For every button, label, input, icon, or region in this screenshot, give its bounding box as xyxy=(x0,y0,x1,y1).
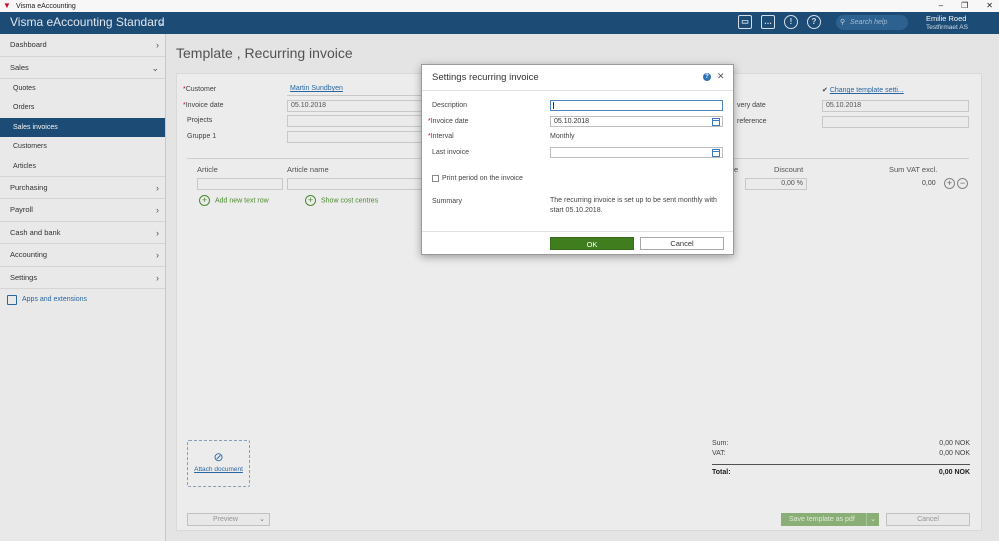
last-invoice-input[interactable] xyxy=(550,147,723,158)
description-label: Description xyxy=(432,102,468,109)
calendar-icon[interactable] xyxy=(712,117,720,126)
ok-button[interactable]: OK xyxy=(550,237,634,250)
invoice-date-input[interactable]: 05.10.2018 xyxy=(550,116,723,127)
divider xyxy=(422,231,733,232)
invoice-date-label: *Invoice date xyxy=(428,118,469,125)
print-period-label: Print period on the invoice xyxy=(442,175,523,182)
settings-recurring-invoice-dialog: Settings recurring invoice ? ✕ Descripti… xyxy=(421,64,734,255)
close-icon[interactable]: ✕ xyxy=(717,71,725,82)
description-input[interactable] xyxy=(550,100,723,111)
last-invoice-label: Last invoice xyxy=(432,149,469,156)
invoice-date-value: 05.10.2018 xyxy=(554,118,590,125)
dialog-cancel-button[interactable]: Cancel xyxy=(640,237,724,250)
interval-value: Monthly xyxy=(550,133,575,140)
summary-text: The recurring invoice is set up to be se… xyxy=(550,197,717,214)
interval-label: *Interval xyxy=(428,133,454,140)
print-period-checkbox[interactable] xyxy=(432,175,439,182)
summary-label: Summary xyxy=(432,198,462,205)
divider xyxy=(422,90,733,91)
dialog-title: Settings recurring invoice xyxy=(432,72,539,83)
calendar-icon[interactable] xyxy=(712,148,720,157)
help-icon[interactable]: ? xyxy=(703,73,711,81)
text-caret xyxy=(553,102,554,109)
